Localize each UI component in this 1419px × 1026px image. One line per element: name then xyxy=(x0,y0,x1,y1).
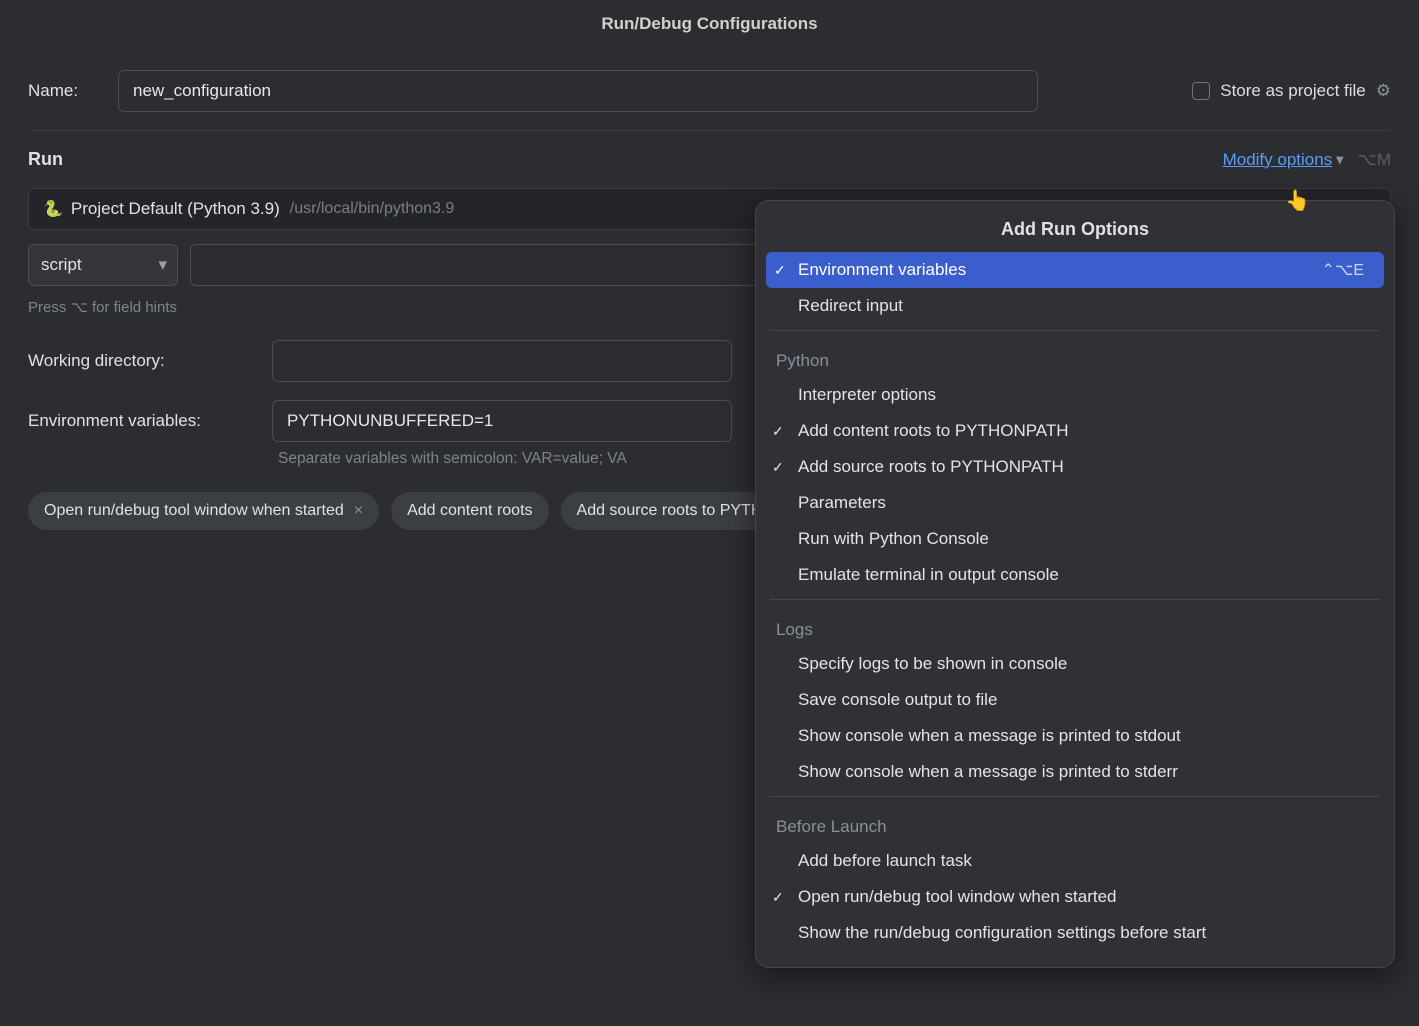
popup-item[interactable]: ✓ Open run/debug tool window when started xyxy=(756,879,1394,915)
modify-options-label: Modify options xyxy=(1223,150,1333,169)
check-icon: ✓ xyxy=(772,459,784,476)
chevron-down-icon: ▾ xyxy=(1336,151,1343,168)
script-type-select[interactable]: script ▾ xyxy=(28,244,178,286)
popup-item-label: Save console output to file xyxy=(798,690,997,710)
popup-item[interactable]: Specify logs to be shown in console xyxy=(756,646,1394,682)
popup-item[interactable]: ✓ Environment variables ⌃⌥E xyxy=(766,252,1384,288)
popup-group-header: Python xyxy=(756,337,1394,377)
popup-item-label: Show console when a message is printed t… xyxy=(798,762,1178,782)
chip-open-tool-window[interactable]: Open run/debug tool window when started … xyxy=(28,492,379,530)
popup-item-label: Show the run/debug configuration setting… xyxy=(798,923,1206,943)
popup-item[interactable]: Show the run/debug configuration setting… xyxy=(756,915,1394,951)
popup-item-label: Add before launch task xyxy=(798,851,972,871)
popup-item[interactable]: Save console output to file xyxy=(756,682,1394,718)
check-icon: ✓ xyxy=(772,889,784,906)
interpreter-name: Project Default (Python 3.9) xyxy=(71,199,280,219)
popup-group-header: Before Launch xyxy=(756,803,1394,843)
popup-item-label: Run with Python Console xyxy=(798,529,989,549)
env-vars-input[interactable] xyxy=(272,400,732,442)
popup-item-label: Show console when a message is printed t… xyxy=(798,726,1181,746)
popup-item[interactable]: ✓ Add content roots to PYTHONPATH xyxy=(756,413,1394,449)
popup-item-label: Parameters xyxy=(798,493,886,513)
store-as-project-label: Store as project file xyxy=(1220,81,1366,101)
popup-item-label: Open run/debug tool window when started xyxy=(798,887,1116,907)
modify-options-shortcut: ⌥M xyxy=(1357,150,1391,170)
check-icon: ✓ xyxy=(772,423,784,440)
popup-item[interactable]: Parameters xyxy=(756,485,1394,521)
popup-item-label: Environment variables xyxy=(798,260,966,280)
check-icon: ✓ xyxy=(774,262,786,279)
popup-item-label: Interpreter options xyxy=(798,385,936,405)
chevron-down-icon: ▾ xyxy=(158,255,167,275)
popup-item[interactable]: Show console when a message is printed t… xyxy=(756,718,1394,754)
popup-separator xyxy=(770,330,1380,331)
popup-item[interactable]: Show console when a message is printed t… xyxy=(756,754,1394,790)
name-label: Name: xyxy=(28,81,98,101)
popup-item[interactable]: Emulate terminal in output console xyxy=(756,557,1394,593)
popup-item-shortcut: ⌃⌥E xyxy=(1321,260,1364,280)
popup-item[interactable]: Add before launch task xyxy=(756,843,1394,879)
popup-item[interactable]: ✓ Add source roots to PYTHONPATH xyxy=(756,449,1394,485)
divider xyxy=(28,130,1391,131)
name-input[interactable] xyxy=(118,70,1038,112)
modify-options-link[interactable]: Modify options xyxy=(1223,150,1333,170)
popup-item-label: Emulate terminal in output console xyxy=(798,565,1059,585)
popup-item-label: Add source roots to PYTHONPATH xyxy=(798,457,1064,477)
popup-item-label: Specify logs to be shown in console xyxy=(798,654,1067,674)
chip-add-content-roots[interactable]: Add content roots xyxy=(391,492,548,530)
close-icon[interactable]: × xyxy=(354,502,363,520)
chip-label: Add content roots xyxy=(407,502,532,520)
python-icon: 🐍 xyxy=(43,199,63,219)
add-run-options-popup: Add Run Options ✓ Environment variables ⌃⌥… xyxy=(755,200,1395,968)
popup-separator xyxy=(770,599,1380,600)
popup-title: Add Run Options xyxy=(756,209,1394,252)
working-directory-input[interactable] xyxy=(272,340,732,382)
chip-label: Open run/debug tool window when started xyxy=(44,502,344,520)
run-section-title: Run xyxy=(28,149,63,170)
popup-item-label: Add content roots to PYTHONPATH xyxy=(798,421,1069,441)
script-type-value: script xyxy=(41,255,82,275)
popup-separator xyxy=(770,796,1380,797)
popup-item-label: Redirect input xyxy=(798,296,903,316)
dialog-title: Run/Debug Configurations xyxy=(0,0,1419,44)
env-vars-label: Environment variables: xyxy=(28,411,248,431)
working-directory-label: Working directory: xyxy=(28,351,248,371)
interpreter-path: /usr/local/bin/python3.9 xyxy=(290,200,455,218)
store-as-project-checkbox[interactable] xyxy=(1192,82,1210,100)
gear-icon[interactable]: ⚙ xyxy=(1376,81,1391,101)
popup-group-header: Logs xyxy=(756,606,1394,646)
popup-item[interactable]: Run with Python Console xyxy=(756,521,1394,557)
popup-item[interactable]: Redirect input xyxy=(756,288,1394,324)
popup-item[interactable]: Interpreter options xyxy=(756,377,1394,413)
